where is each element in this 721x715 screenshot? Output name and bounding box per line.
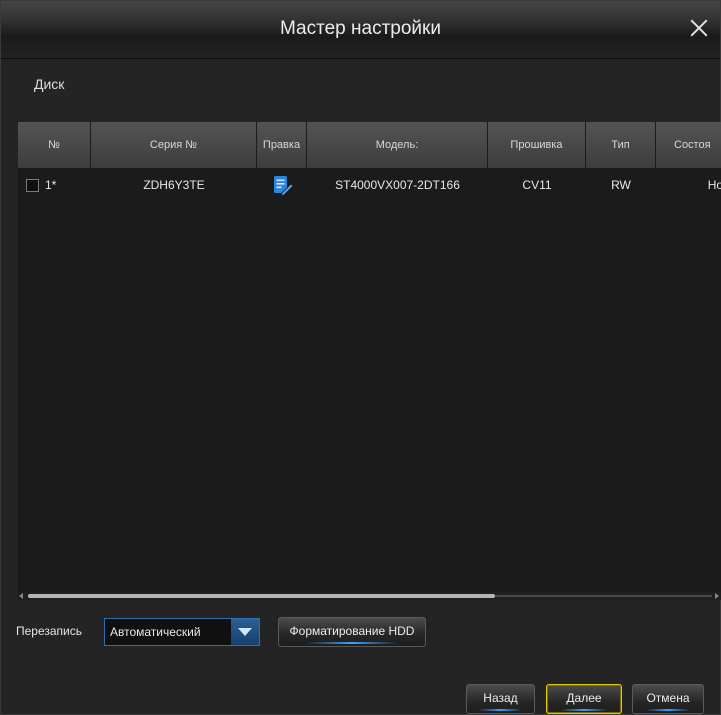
next-button[interactable]: Далее	[546, 684, 622, 714]
cell-number: 1*	[18, 172, 91, 198]
cell-type: RW	[611, 178, 631, 192]
cell-firmware: CV11	[522, 178, 552, 192]
cell-edit	[257, 172, 307, 198]
back-button[interactable]: Назад	[466, 684, 535, 714]
dropdown-button[interactable]	[231, 619, 259, 645]
cell-model: ST4000VX007-2DT166	[335, 178, 460, 192]
table-header: № Серия № Правка Модель: Прошивка Тип Со…	[18, 122, 721, 168]
close-icon[interactable]	[686, 15, 712, 41]
overwrite-label: Перезапись	[16, 624, 83, 638]
setup-wizard-window: Мастер настройки Диск № Серия № Правка М…	[0, 0, 721, 715]
chevron-down-icon	[238, 628, 252, 636]
overwrite-select-value: Автоматический	[110, 625, 201, 639]
column-header-firmware: Прошивка	[488, 122, 586, 168]
overwrite-select[interactable]: Автоматический	[104, 618, 260, 646]
row-checkbox[interactable]	[26, 178, 39, 192]
cell-serial: ZDH6Y3TE	[143, 178, 205, 192]
column-header-edit: Правка	[257, 122, 307, 168]
column-header-number: №	[18, 122, 91, 168]
column-header-type: Тип	[586, 122, 656, 168]
column-header-model: Модель:	[307, 122, 488, 168]
cell-status: Норм	[707, 178, 721, 192]
horizontal-scrollbar[interactable]	[18, 592, 721, 600]
disk-table: № Серия № Правка Модель: Прошивка Тип Со…	[18, 122, 721, 600]
scroll-left-icon[interactable]	[19, 593, 23, 599]
scrollbar-thumb[interactable]	[28, 594, 495, 598]
window-title: Мастер настройки	[280, 18, 441, 39]
format-hdd-button[interactable]: Форматирование HDD	[278, 617, 426, 647]
column-header-serial: Серия №	[91, 122, 257, 168]
edit-icon[interactable]	[271, 174, 293, 196]
column-header-status: Состоя	[656, 122, 721, 168]
table-row[interactable]: 1* ZDH6Y3TE ST4000VX007-2DT166 CV11 RW Н…	[18, 172, 721, 198]
scroll-right-icon[interactable]	[715, 593, 719, 599]
row-number: 1*	[45, 178, 57, 192]
title-bar: Мастер настройки	[1, 1, 720, 59]
section-label: Диск	[34, 76, 65, 92]
cancel-button[interactable]: Отмена	[632, 684, 704, 714]
